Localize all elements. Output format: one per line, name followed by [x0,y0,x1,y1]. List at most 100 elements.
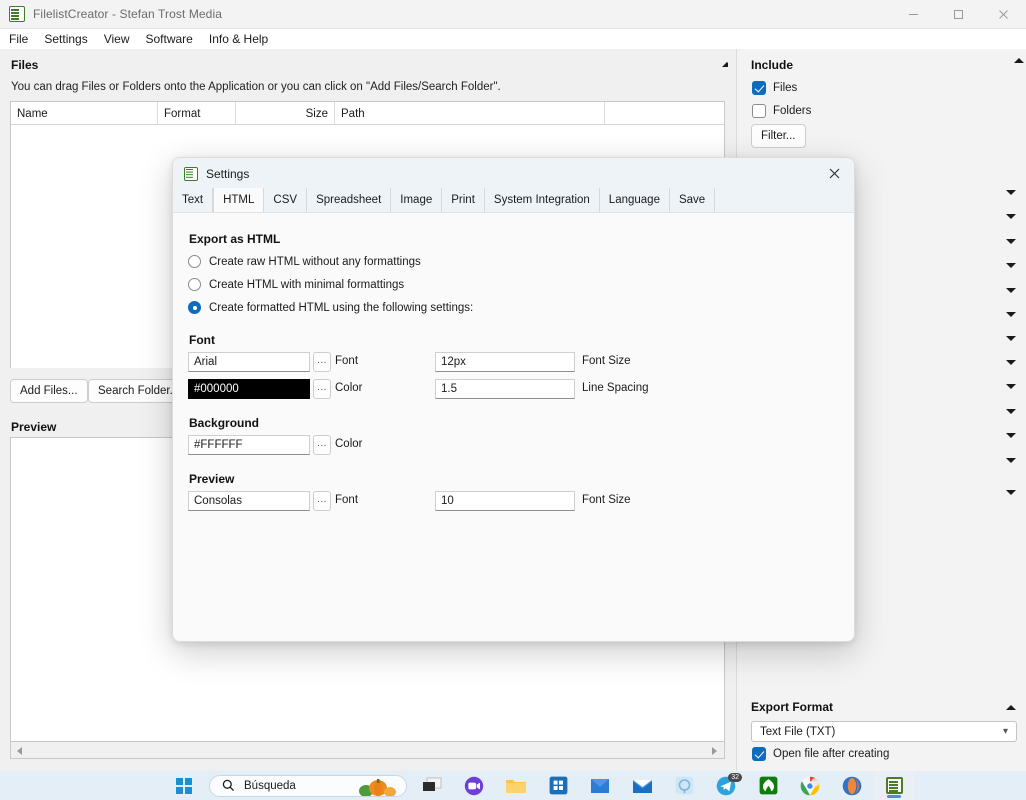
right-pane-scrollbar[interactable] [1012,49,1026,771]
windows-logo-icon [176,777,192,794]
microsoft-store-button[interactable] [537,771,579,800]
preview-font-browse-button[interactable]: ... [313,491,331,511]
preview-font-size-label: Font Size [582,494,631,506]
taskbar-active-indicator [887,795,901,798]
application-window: FilelistCreator - Stefan Trost Media Fil… [0,0,1026,800]
scroll-right-icon[interactable] [708,744,721,757]
add-files-button[interactable]: Add Files... [10,379,88,403]
zoom-app-button[interactable] [453,771,495,800]
minimize-button[interactable] [891,0,936,29]
font-name-browse-button[interactable]: ... [313,352,331,372]
radio-formatted-html-label: Create formatted HTML using the followin… [209,301,474,314]
font-name-label: Font [335,355,359,367]
maximize-button[interactable] [936,0,981,29]
filter-button[interactable]: Filter... [751,124,806,148]
files-hint-text: You can drag Files or Folders onto the A… [11,81,501,93]
font-name-input[interactable]: Arial [188,352,310,372]
scroll-left-icon[interactable] [14,744,27,757]
font-color-label: Color [335,382,363,394]
font-size-input[interactable]: 12px [435,352,575,372]
include-files-label: Files [773,82,798,94]
tab-text[interactable]: Text [173,188,214,212]
preview-font-size-input[interactable]: 10 [435,491,575,511]
preview-font-label: Font [335,494,359,506]
telegram-badge: 32 [728,773,742,782]
preview-horizontal-scrollbar[interactable] [10,742,725,759]
filelist-icon [9,6,25,22]
telegram-button[interactable]: 32 [705,771,747,800]
tab-save[interactable]: Save [670,188,716,212]
window-title: FilelistCreator - Stefan Trost Media [33,7,222,21]
line-spacing-label: Line Spacing [582,382,649,394]
xbox-button[interactable] [747,771,789,800]
mail-button[interactable] [621,771,663,800]
radio-minimal-html[interactable] [188,278,201,291]
taskbar-items: Búsqueda 32 [163,771,915,800]
taskbar-search-placeholder: Búsqueda [244,779,296,792]
start-button[interactable] [163,771,205,800]
radio-formatted-html-row[interactable]: Create formatted HTML using the followin… [188,301,473,314]
preview-section-title: Preview [11,420,57,434]
background-color-input[interactable]: #FFFFFF [188,435,310,455]
opera-icon [842,776,862,795]
column-header-format[interactable]: Format [158,102,236,125]
photos-button[interactable] [663,771,705,800]
outlook-button[interactable] [579,771,621,800]
export-format-select[interactable]: Text File (TXT) ▾ [751,721,1017,742]
column-header-size[interactable]: Size [236,102,335,125]
column-header-spacer [605,102,724,125]
files-table-header: Name Format Size Path [11,102,724,125]
close-button[interactable] [981,0,1026,29]
tab-csv[interactable]: CSV [264,188,308,212]
open-after-creating-label: Open file after creating [773,748,890,760]
filelistcreator-taskbar-button[interactable] [873,771,915,800]
taskbar-search[interactable]: Búsqueda [209,774,407,797]
radio-minimal-html-row[interactable]: Create HTML with minimal formattings [188,278,404,291]
font-color-input[interactable]: #000000 [188,379,310,399]
background-color-browse-button[interactable]: ... [313,435,331,455]
menu-settings[interactable]: Settings [36,29,95,49]
menu-file[interactable]: File [0,29,36,49]
task-view-icon [423,777,442,791]
settings-dialog-close-button[interactable] [812,158,854,189]
tab-image[interactable]: Image [391,188,443,212]
radio-raw-html-row[interactable]: Create raw HTML without any formattings [188,255,421,268]
menu-view[interactable]: View [96,29,138,49]
zoom-video-icon [464,776,484,795]
title-bar: FilelistCreator - Stefan Trost Media [0,0,1026,29]
opera-button[interactable] [831,771,873,800]
chrome-button[interactable] [789,771,831,800]
font-color-browse-button[interactable]: ... [313,379,331,399]
column-header-name[interactable]: Name [11,102,158,125]
menu-info-help[interactable]: Info & Help [201,29,276,49]
file-explorer-button[interactable] [495,771,537,800]
column-header-path[interactable]: Path [335,102,605,125]
tab-html[interactable]: HTML [213,188,265,212]
chrome-icon [800,776,820,795]
mail-envelope-icon [632,779,652,793]
store-icon [549,776,567,795]
filter-button-label: Filter... [761,130,796,142]
include-folders-checkbox[interactable] [752,104,766,118]
tab-language[interactable]: Language [600,188,670,212]
tab-system-integration[interactable]: System Integration [485,188,600,212]
include-files-checkbox[interactable] [752,81,766,95]
tab-print[interactable]: Print [442,188,485,212]
settings-dialog-icon [184,166,198,181]
menu-software[interactable]: Software [138,29,201,49]
files-section-title: Files [11,58,39,72]
taskbar: Búsqueda 32 [0,771,1026,800]
settings-tabs: Text HTML CSV Spreadsheet Image Print Sy… [173,188,854,213]
radio-raw-html[interactable] [188,255,201,268]
include-folders-row[interactable]: Folders [752,104,811,118]
tab-spreadsheet[interactable]: Spreadsheet [307,188,392,212]
xbox-icon [759,776,777,795]
scroll-up-icon[interactable] [1013,54,1025,66]
preview-font-input[interactable]: Consolas [188,491,310,511]
line-spacing-input[interactable]: 1.5 [435,379,575,399]
radio-formatted-html[interactable] [188,301,201,314]
task-view-button[interactable] [411,771,453,800]
include-files-row[interactable]: Files [752,81,797,95]
open-after-creating-row[interactable]: Open file after creating [752,747,889,761]
open-after-creating-checkbox[interactable] [752,747,766,761]
